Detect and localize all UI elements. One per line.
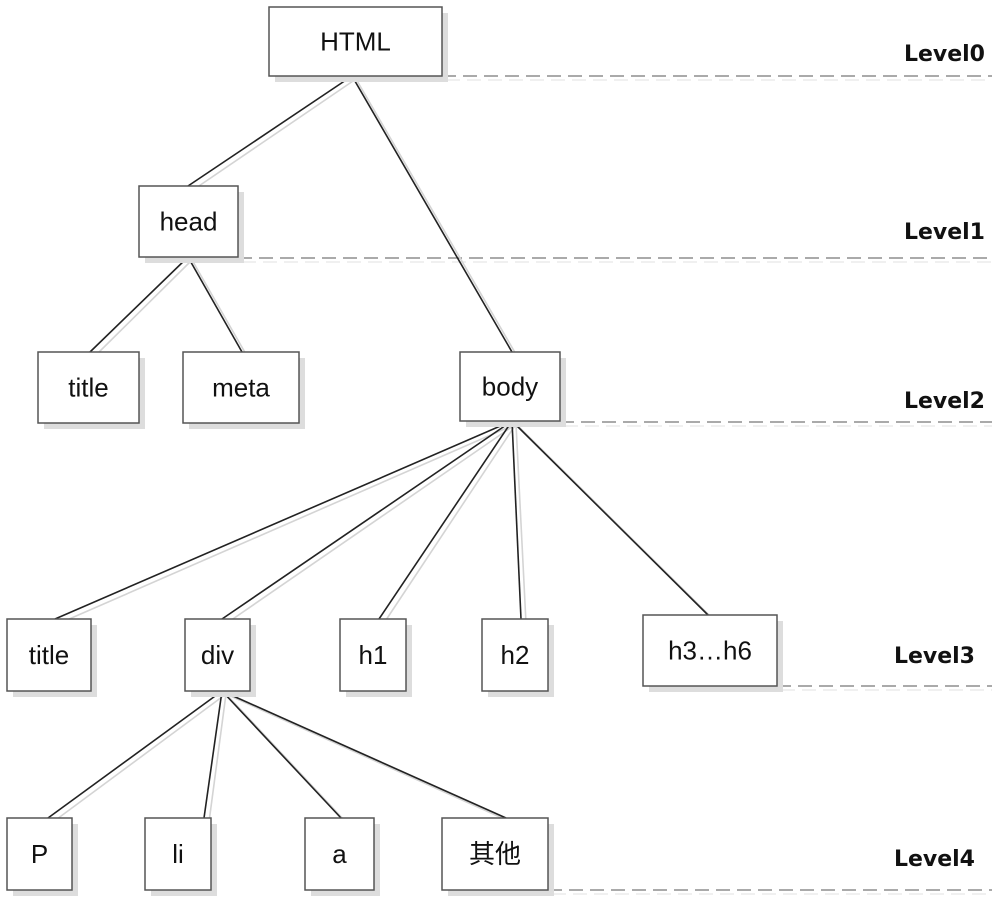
edge-body-h2 [511, 420, 522, 620]
edge-div-a [221, 690, 342, 819]
edge-html-body [351, 75, 513, 353]
edge-shadow [225, 693, 512, 823]
edge-html-head [187, 75, 353, 187]
node-label: head [160, 207, 218, 237]
node-h2: h2 [481, 618, 554, 697]
level-labels: Level0 Level1 Level2 Level3 Level4 [894, 42, 985, 872]
node-h3h6: h3…h6 [642, 614, 783, 692]
node-label: HTML [320, 27, 391, 57]
node-div: div [184, 618, 256, 697]
node-label: P [31, 839, 48, 869]
edge-shadow [191, 259, 248, 357]
edge-head-meta [187, 256, 243, 353]
node-other: 其他 [441, 817, 554, 896]
node-meta: meta [182, 351, 305, 429]
edge-div-other [221, 690, 507, 819]
edge-shadow [226, 423, 517, 624]
edge-shadow [383, 423, 517, 624]
node-label: li [172, 839, 184, 869]
edge-shadow [59, 423, 517, 624]
level-label-level0: Level0 [904, 42, 985, 67]
node-li: li [144, 817, 217, 896]
node-label: title [68, 373, 108, 403]
edge-body-div [221, 420, 513, 620]
node-head: head [138, 185, 244, 263]
edge-head-title2 [89, 256, 189, 353]
node-label: div [201, 640, 234, 670]
edge-shadow [94, 259, 193, 357]
level-label-level2: Level2 [904, 389, 985, 414]
level-label-level3: Level3 [894, 644, 975, 669]
diagram-canvas: HTML head title meta body title div h1 h2 h3…h6 P l… [6, 6, 992, 896]
edge-body-h3h6 [511, 420, 709, 616]
node-p: P [6, 817, 78, 896]
node-label: title [29, 640, 69, 670]
edge-shadow [52, 693, 227, 823]
node-label: h1 [359, 640, 388, 670]
edge-body-title3 [54, 420, 513, 620]
node-h1: h1 [339, 618, 412, 697]
node-label: body [482, 372, 538, 402]
node-label: h3…h6 [668, 636, 752, 666]
level-label-level1: Level1 [904, 220, 985, 245]
node-label: meta [212, 373, 270, 403]
html-dom-tree-diagram: HTML head title meta body title div h1 h2 h3…h6 Pl… [0, 0, 1000, 906]
edge-shadow [515, 423, 527, 624]
node-label: 其他 [469, 839, 521, 869]
node-body: body [459, 351, 566, 427]
level-label-level4: Level4 [894, 847, 975, 872]
edge-div-li [203, 690, 223, 819]
node-title3: title [6, 618, 97, 697]
level-guides [238, 75, 992, 895]
edge-div-p [47, 690, 223, 819]
node-title2: title [37, 351, 145, 429]
node-html: HTML [268, 6, 448, 82]
edge-body-h1 [378, 420, 513, 620]
node-label: h2 [501, 640, 530, 670]
edge-shadow [192, 78, 357, 191]
node-label: a [332, 839, 347, 869]
edge-shadow [208, 693, 227, 823]
node-a: a [304, 817, 380, 896]
edge-shadow [355, 78, 518, 357]
edge-shadow [225, 693, 347, 823]
